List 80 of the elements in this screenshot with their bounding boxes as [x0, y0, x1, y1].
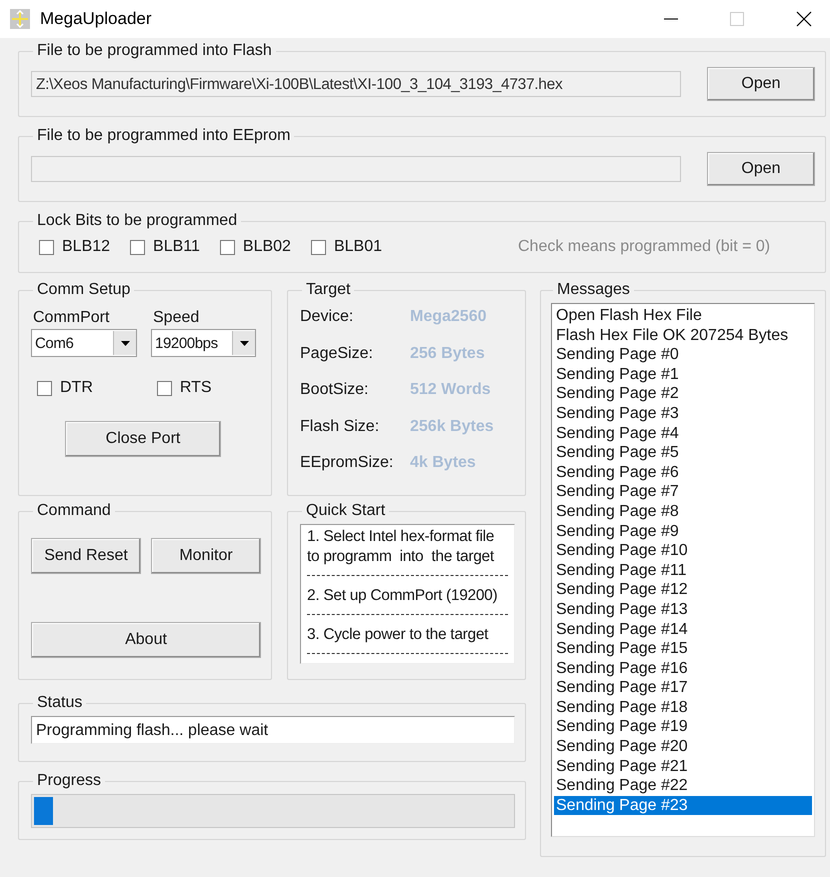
app-icon: [10, 9, 30, 29]
checkbox[interactable]: [39, 240, 54, 254]
group-title: Messages: [556, 281, 631, 299]
speed-dropdown[interactable]: 19200bps: [151, 329, 256, 357]
message-item[interactable]: Sending Page #7: [554, 482, 812, 502]
property-label: EEpromSize:: [300, 454, 394, 472]
property-label: PageSize:: [300, 344, 374, 363]
group-title: Progress: [36, 772, 102, 790]
instruction-step: 1. Select Intel hex-format file to programm into the target: [307, 527, 508, 576]
checkbox[interactable]: [156, 380, 172, 396]
group-title: Quick Start: [305, 502, 386, 520]
command-button[interactable]: Send Reset: [31, 538, 141, 574]
checkbox-label: RTS: [180, 379, 212, 397]
instruction-step: 3. Cycle power to the target: [307, 625, 508, 654]
property-value: Mega2560: [410, 308, 486, 326]
group-title: File to be programmed into Flash: [36, 42, 273, 60]
caret-icon: [120, 340, 130, 346]
checkbox[interactable]: [310, 240, 326, 254]
message-item[interactable]: Sending Page #16: [554, 658, 812, 678]
property-value: 256k Bytes: [410, 418, 494, 436]
checkbox-label: BLB12: [62, 238, 110, 256]
group-title: File to be programmed into EEprom: [36, 127, 292, 145]
message-item[interactable]: Sending Page #8: [554, 502, 812, 522]
file-path-field[interactable]: Z:\Xeos Manufacturing\Firmware\Xi-100B\Latest\XI-100_3_104_3193_4737.hex: [31, 71, 681, 97]
group-title: Lock Bits to be programmed: [36, 212, 238, 230]
checkbox[interactable]: [37, 380, 52, 396]
message-item[interactable]: Sending Page #6: [554, 462, 812, 482]
instruction-step: 2. Set up CommPort (19200): [307, 586, 508, 615]
message-item[interactable]: Sending Page #0: [554, 345, 812, 365]
field-label: CommPort: [32, 309, 110, 327]
message-item[interactable]: Sending Page #2: [554, 384, 812, 404]
message-item[interactable]: Sending Page #23: [554, 796, 812, 816]
message-item[interactable]: Sending Page #12: [554, 580, 812, 600]
checkbox-label: BLB11: [153, 238, 200, 256]
status-field: Programming flash... please wait: [31, 716, 515, 744]
open-button[interactable]: Open: [707, 67, 815, 101]
group-title: Command: [36, 502, 112, 520]
property-value: 512 Words: [410, 381, 491, 400]
property-value: 256 Bytes: [410, 344, 485, 363]
message-item[interactable]: Sending Page #15: [554, 639, 812, 659]
message-item[interactable]: Sending Page #14: [554, 620, 812, 640]
message-item[interactable]: Sending Page #5: [554, 443, 812, 463]
property-value: 4k Bytes: [410, 454, 476, 472]
message-item[interactable]: Sending Page #9: [554, 522, 812, 542]
hint-text: Check means programmed (bit = 0): [518, 238, 770, 256]
window-title: MegaUploader: [40, 9, 152, 29]
message-item[interactable]: Sending Page #17: [554, 678, 812, 698]
port-dropdown[interactable]: Com6: [31, 329, 137, 357]
checkbox[interactable]: [130, 240, 146, 254]
group-title: Target: [305, 281, 352, 299]
checkbox-label: BLB01: [334, 238, 382, 256]
command-button[interactable]: About: [31, 622, 261, 658]
message-item[interactable]: Sending Page #18: [554, 698, 812, 718]
property-label: BootSize:: [300, 381, 370, 400]
property-label: Flash Size:: [300, 418, 380, 436]
message-item[interactable]: Sending Page #20: [554, 737, 812, 757]
message-item[interactable]: Sending Page #10: [554, 541, 812, 561]
group-title: Comm Setup: [36, 281, 132, 299]
message-item[interactable]: Flash Hex File OK 207254 Bytes: [554, 326, 812, 346]
message-item[interactable]: Sending Page #1: [554, 364, 812, 384]
message-item[interactable]: Sending Page #3: [554, 404, 812, 424]
checkbox-label: BLB02: [242, 238, 291, 256]
field-label: Speed: [152, 309, 200, 327]
message-item[interactable]: Sending Page #22: [554, 776, 812, 796]
property-label: Device:: [300, 308, 354, 326]
message-item[interactable]: Sending Page #4: [554, 424, 812, 444]
message-item[interactable]: Open Flash Hex File: [554, 306, 812, 326]
message-item[interactable]: Sending Page #13: [554, 600, 812, 620]
open-button[interactable]: Open: [707, 152, 815, 186]
message-item[interactable]: Sending Page #19: [554, 717, 812, 738]
message-item[interactable]: Sending Page #11: [554, 560, 812, 580]
close-port-button[interactable]: Close Port: [65, 421, 221, 457]
caret-icon: [240, 340, 248, 346]
checkbox-label: DTR: [60, 379, 93, 397]
close-icon[interactable]: [796, 11, 812, 27]
message-item[interactable]: Sending Page #21: [554, 756, 812, 776]
command-button[interactable]: Monitor: [151, 538, 261, 574]
file-path-field[interactable]: [31, 156, 681, 182]
group-title: Status: [36, 694, 84, 712]
checkbox[interactable]: [220, 240, 235, 254]
